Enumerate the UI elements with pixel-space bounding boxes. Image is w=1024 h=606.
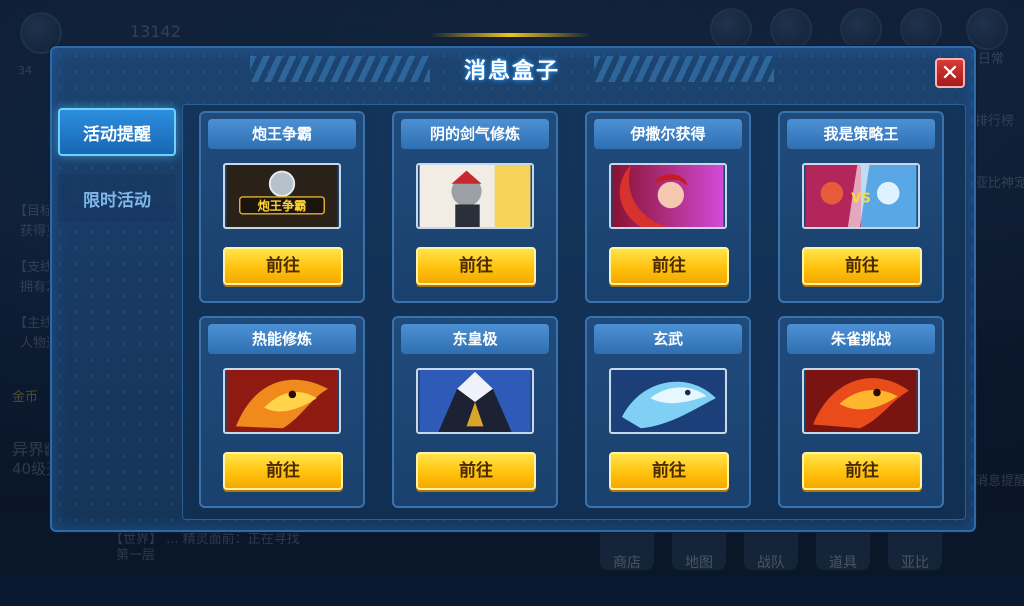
go-button[interactable]: 前往: [223, 452, 343, 490]
go-button[interactable]: 前往: [802, 452, 922, 490]
card-title: 东皇极: [401, 324, 549, 354]
card-title: 炮王争霸: [208, 119, 356, 149]
card-title: 玄武: [594, 324, 742, 354]
card-title: 朱雀挑战: [787, 324, 935, 354]
dialog-title-bar: 消息盒子: [400, 54, 624, 84]
activity-banner-image: [416, 368, 534, 434]
tab-limited-events[interactable]: 限时活动: [58, 174, 176, 222]
activity-banner-image: 炮王争霸: [223, 163, 341, 229]
dialog-title: 消息盒子: [463, 59, 560, 84]
card-title: 我是策略王: [787, 119, 935, 149]
activity-card: 炮王争霸 炮王争霸 前往: [199, 111, 365, 303]
go-button[interactable]: 前往: [223, 247, 343, 285]
activity-grid: 炮王争霸 炮王争霸 前往 阴的剑气修炼 前往 伊撒尔获得 前往 我是策略王 VS…: [182, 104, 966, 520]
go-button[interactable]: 前往: [802, 247, 922, 285]
go-button[interactable]: 前往: [609, 452, 729, 490]
activity-card: 伊撒尔获得 前往: [585, 111, 751, 303]
banner-vs-label: VS: [851, 192, 871, 207]
card-title: 热能修炼: [208, 324, 356, 354]
banner-label: 炮王争霸: [258, 198, 307, 213]
activity-card: 阴的剑气修炼 前往: [392, 111, 558, 303]
activity-banner-image: [609, 368, 727, 434]
tab-activity-reminder[interactable]: 活动提醒: [58, 108, 176, 156]
card-title: 伊撒尔获得: [594, 119, 742, 149]
activity-card: 东皇极 前往: [392, 316, 558, 508]
card-title: 阴的剑气修炼: [401, 119, 549, 149]
go-button[interactable]: 前往: [416, 452, 536, 490]
close-button[interactable]: ✕: [935, 58, 965, 88]
activity-banner-image: [416, 163, 534, 229]
panel-top-accent: [430, 33, 590, 37]
activity-banner-image: [609, 163, 727, 229]
activity-card: 朱雀挑战 前往: [778, 316, 944, 508]
activity-banner-image: VS: [802, 163, 920, 229]
activity-banner-image: [802, 368, 920, 434]
activity-card: 热能修炼 前往: [199, 316, 365, 508]
activity-banner-image: [223, 368, 341, 434]
activity-card: 我是策略王 VS 前往: [778, 111, 944, 303]
activity-card: 玄武 前往: [585, 316, 751, 508]
go-button[interactable]: 前往: [416, 247, 536, 285]
go-button[interactable]: 前往: [609, 247, 729, 285]
